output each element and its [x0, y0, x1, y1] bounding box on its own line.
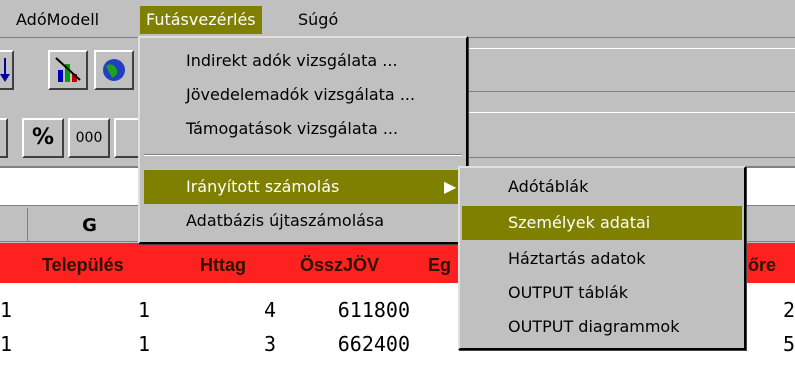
- submenu-item-output-tablak[interactable]: OUTPUT táblák: [460, 276, 744, 310]
- header-telepules[interactable]: Település: [42, 243, 124, 283]
- cell[interactable]: 3: [246, 329, 276, 359]
- submenu-item-haztartas-adatok[interactable]: Háztartás adatok: [460, 242, 744, 276]
- header-osszjov[interactable]: ÖsszJÖV: [300, 243, 379, 283]
- prev-button[interactable]: [0, 118, 8, 158]
- submenu-arrow-icon: ▶: [444, 177, 457, 196]
- chart-wizard-icon: [55, 57, 81, 82]
- menu-sugo[interactable]: Súgó: [292, 6, 344, 34]
- menu-item-tamogatasok[interactable]: Támogatások vizsgálata ...: [140, 112, 466, 146]
- thousands-button[interactable]: 000: [68, 118, 110, 158]
- submenu-item-adotablak[interactable]: Adótáblák: [460, 170, 744, 204]
- menu-item-label: Irányított számolás: [186, 177, 340, 196]
- cell[interactable]: 1: [120, 329, 150, 359]
- cell[interactable]: 4: [246, 295, 276, 325]
- cell[interactable]: 1: [0, 329, 14, 359]
- header-ore[interactable]: őre: [748, 243, 776, 283]
- cell[interactable]: 611800: [310, 295, 410, 325]
- toolbar-row-1: [0, 48, 150, 92]
- menu-adomodell[interactable]: AdóModell: [10, 6, 105, 34]
- futasvezerles-menu: Indirekt adók vizsgálata ... Jövedelemad…: [138, 36, 468, 244]
- globe-button[interactable]: [94, 50, 134, 90]
- chart-wizard-button[interactable]: [48, 50, 88, 90]
- submenu-item-szemelyek-adatai[interactable]: Személyek adatai: [462, 206, 742, 240]
- menu-futasvezerles[interactable]: Futásvezérlés: [140, 6, 262, 34]
- percent-button[interactable]: %: [22, 118, 64, 158]
- cell[interactable]: 662400: [310, 329, 410, 359]
- sort-button[interactable]: [0, 50, 14, 90]
- cell[interactable]: 1: [120, 295, 150, 325]
- submenu-item-output-diagrammok[interactable]: OUTPUT diagrammok: [460, 310, 744, 344]
- menu-item-jovedelemadok[interactable]: Jövedelemadók vizsgálata ...: [140, 78, 466, 112]
- iranyitott-szamolas-submenu: Adótáblák Személyek adatai Háztartás ada…: [458, 166, 746, 350]
- menu-item-indirekt-adok[interactable]: Indirekt adók vizsgálata ...: [140, 44, 466, 78]
- down-arrow-icon: [0, 58, 10, 82]
- menu-separator: [144, 154, 462, 156]
- column-header-f[interactable]: [0, 208, 28, 242]
- header-eg[interactable]: Eg: [428, 243, 451, 283]
- toolbar-row-1-empty: [468, 48, 795, 92]
- menu-item-iranyitott-szamolas[interactable]: Irányított számolás ▶: [144, 170, 462, 204]
- cell[interactable]: 2: [770, 295, 795, 325]
- column-header-g[interactable]: G: [28, 208, 152, 242]
- header-httag[interactable]: Httag: [200, 243, 246, 283]
- toolbar-row-2-empty: [468, 112, 795, 158]
- toolbar-row-2: % 000: [0, 112, 154, 158]
- menu-bar: AdóModell Futásvezérlés Súgó: [0, 0, 795, 38]
- cell[interactable]: 1: [0, 295, 14, 325]
- globe-icon: [103, 59, 125, 81]
- menu-item-adatbazis[interactable]: Adatbázis újtaszámolása: [140, 204, 466, 238]
- cell[interactable]: 5: [770, 329, 795, 359]
